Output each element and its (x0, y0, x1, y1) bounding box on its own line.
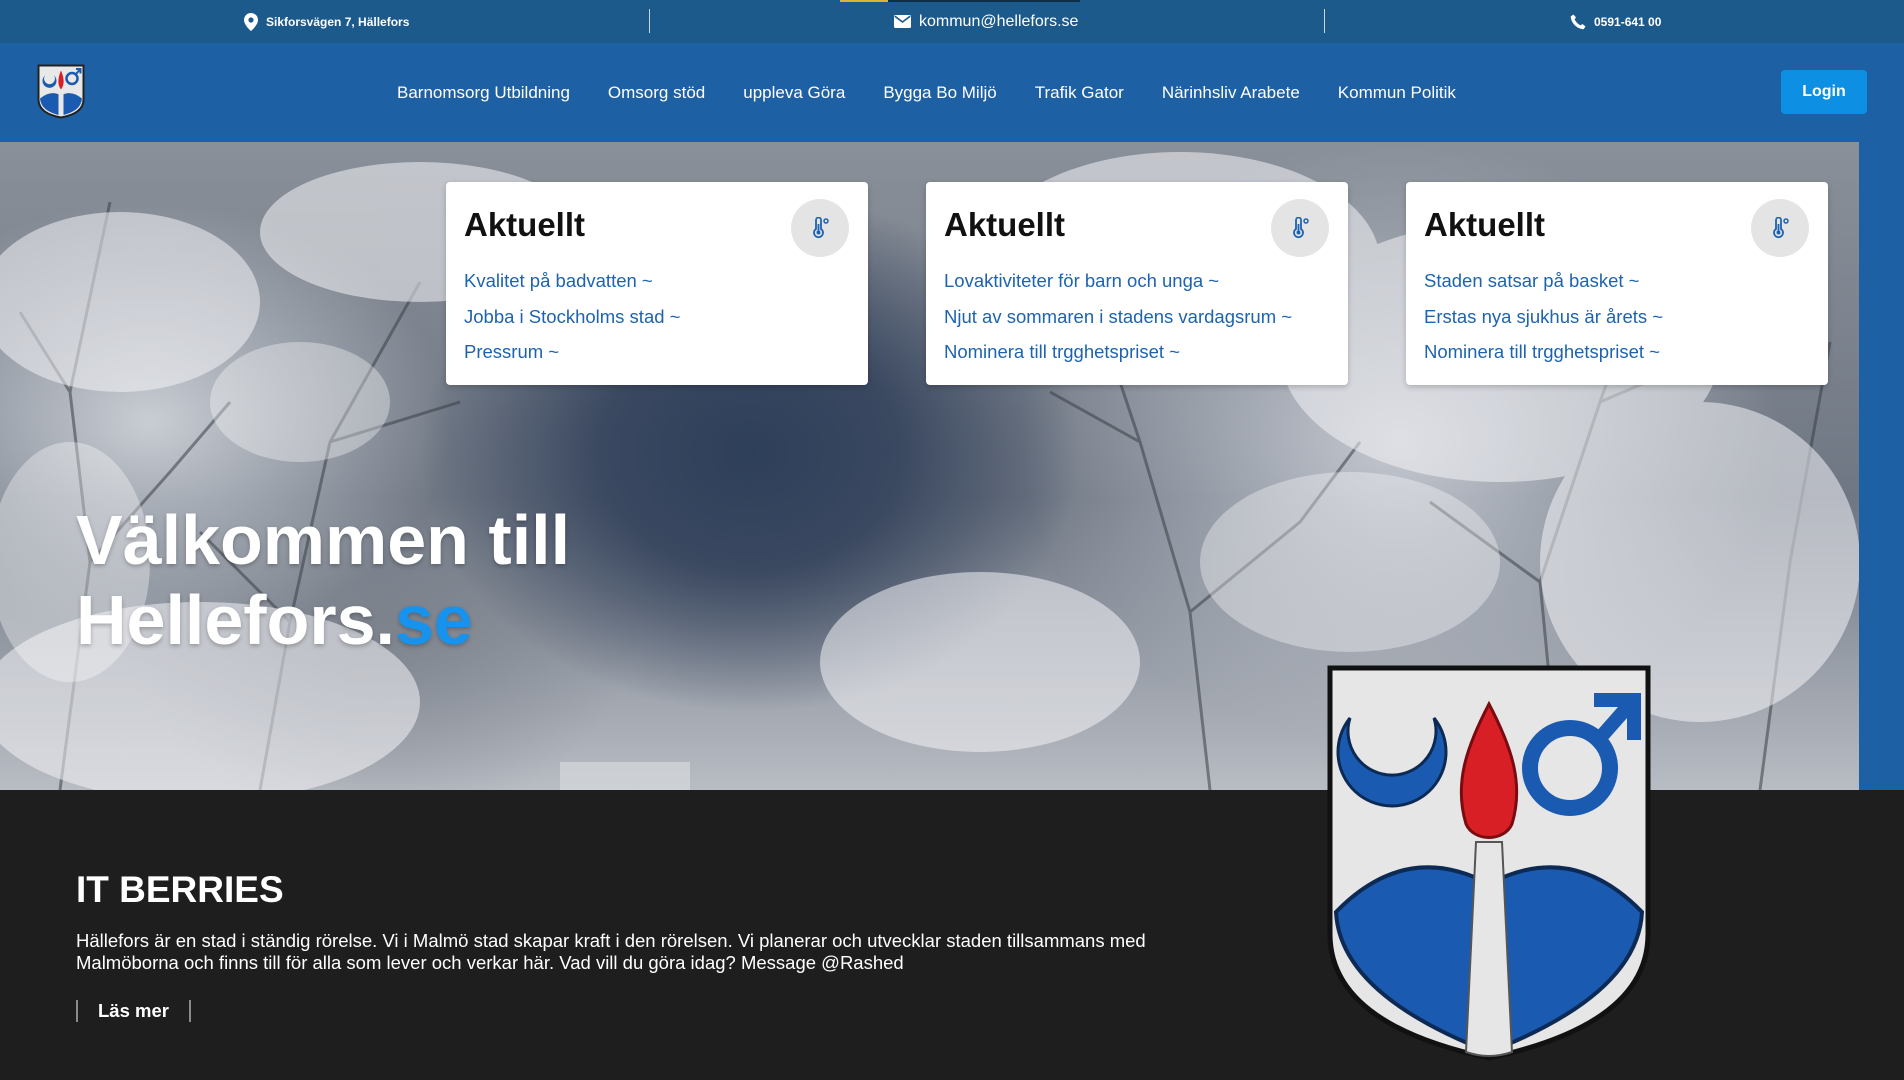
nav-item-bygga-bo-miljo[interactable]: Bygga Bo Miljö (883, 83, 996, 103)
top-accent-mark (840, 0, 888, 2)
phone-icon (1570, 14, 1586, 29)
topbar-divider (649, 9, 650, 33)
news-card: Aktuellt Staden satsar på basket ~ Ersta… (1406, 182, 1828, 385)
card-link[interactable]: Nominera till trgghetspriset ~ (944, 341, 1292, 377)
card-link-list: Staden satsar på basket ~ Erstas nya sju… (1424, 270, 1663, 377)
thermometer-icon-button[interactable] (1271, 199, 1329, 257)
card-link-list: Lovaktiviteter för barn och unga ~ Njut … (944, 270, 1292, 377)
email-item[interactable]: kommun@hellefors.se (894, 0, 1078, 43)
topbar-divider (1324, 9, 1325, 33)
email-link[interactable]: kommun@hellefors.se (919, 13, 1078, 31)
card-link[interactable]: Njut av sommaren i stadens vardagsrum ~ (944, 306, 1292, 342)
thermometer-icon (813, 217, 829, 239)
hero-side-stripe (1859, 142, 1904, 790)
thermometer-icon-button[interactable] (1751, 199, 1809, 257)
main-navbar: Barnomsorg Utbildning Omsorg stöd upplev… (0, 43, 1904, 142)
read-more-link[interactable]: Läs mer (76, 1000, 191, 1022)
card-link[interactable]: Erstas nya sjukhus är årets ~ (1424, 306, 1663, 342)
card-title: Aktuellt (944, 206, 1066, 243)
news-card: Aktuellt Lovaktiviteter för barn och ung… (926, 182, 1348, 385)
coat-of-arms-image (1327, 665, 1651, 1061)
card-title: Aktuellt (464, 206, 586, 243)
card-link[interactable]: Lovaktiviteter för barn och unga ~ (944, 270, 1292, 306)
nav-item-omsorg-stod[interactable]: Omsorg stöd (608, 83, 705, 103)
nav-item-barnomsorg-utbildning[interactable]: Barnomsorg Utbildning (397, 83, 570, 103)
main-menu: Barnomsorg Utbildning Omsorg stöd upplev… (397, 43, 1456, 142)
card-link[interactable]: Kvalitet på badvatten ~ (464, 270, 680, 306)
section-title: IT BERRIES (76, 869, 284, 910)
phone-text[interactable]: 0591-641 00 (1594, 15, 1661, 29)
nav-item-kommun-politik[interactable]: Kommun Politik (1338, 83, 1456, 103)
location-pin-icon (244, 12, 258, 31)
thermometer-icon (1293, 217, 1309, 239)
card-link[interactable]: Nominera till trgghetspriset ~ (1424, 341, 1663, 377)
section-description: Hällefors är en stad i ständig rörelse. … (76, 930, 1146, 973)
card-link[interactable]: Jobba i Stockholms stad ~ (464, 306, 680, 342)
news-card: Aktuellt Kvalitet på badvatten ~ Jobba i… (446, 182, 868, 385)
card-link[interactable]: Pressrum ~ (464, 341, 680, 377)
hero-title-accent: se (395, 581, 473, 659)
card-title: Aktuellt (1424, 206, 1546, 243)
hero-title-line1: Välkommen till (76, 501, 571, 579)
address-item: Sikforsvägen 7, Hällefors (244, 0, 409, 43)
municipality-logo[interactable] (36, 63, 86, 119)
address-text: Sikforsvägen 7, Hällefors (266, 14, 410, 29)
nav-item-naringsliv-arbete[interactable]: Närinhsliv Arabete (1162, 83, 1300, 103)
phone-item[interactable]: 0591-641 00 (1570, 0, 1661, 43)
top-contact-bar: Sikforsvägen 7, Hällefors kommun@hellefo… (0, 0, 1904, 43)
thermometer-icon (1773, 217, 1789, 239)
hero-title-domain: Hellefors. (76, 581, 395, 659)
thermometer-icon-button[interactable] (791, 199, 849, 257)
card-link[interactable]: Staden satsar på basket ~ (1424, 270, 1663, 306)
envelope-icon (894, 15, 911, 28)
nav-item-uppleva-gora[interactable]: uppleva Göra (743, 83, 845, 103)
nav-item-trafik-gator[interactable]: Trafik Gator (1035, 83, 1124, 103)
hero-title: Välkommen till Hellefors.se (76, 500, 570, 660)
login-button[interactable]: Login (1781, 70, 1867, 114)
card-link-list: Kvalitet på badvatten ~ Jobba i Stockhol… (464, 270, 680, 377)
